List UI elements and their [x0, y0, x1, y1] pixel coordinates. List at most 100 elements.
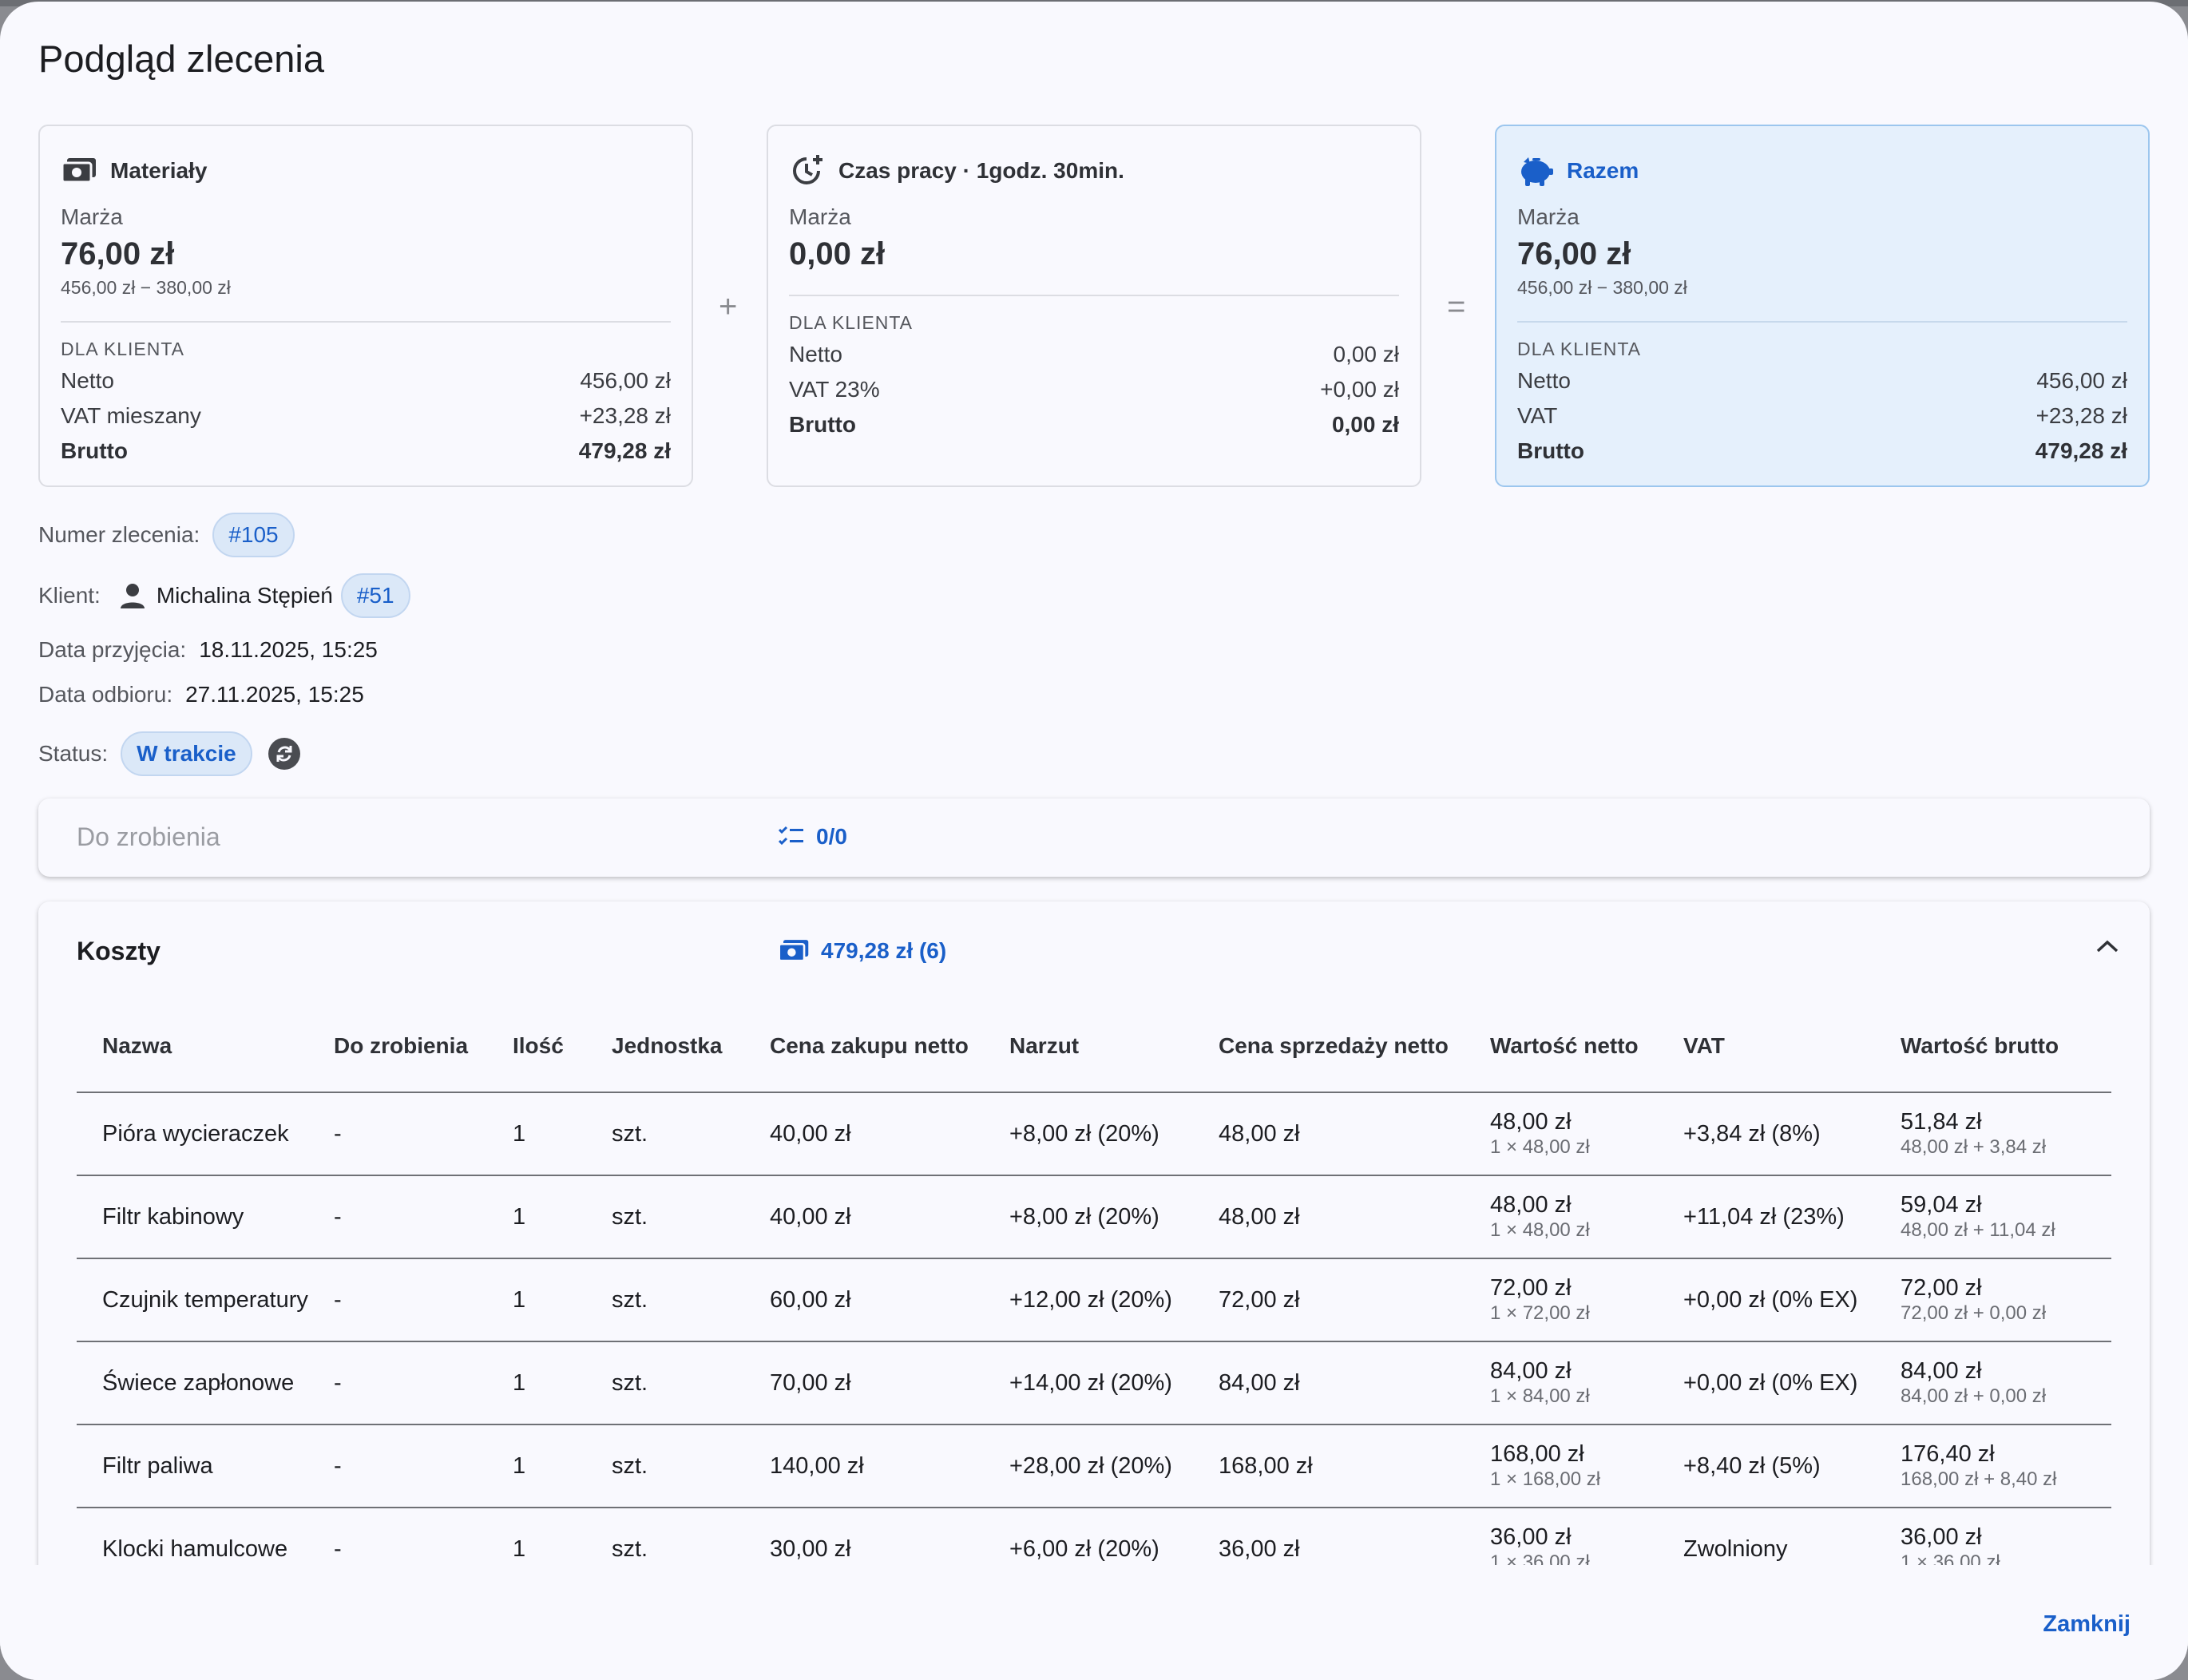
cell-gross-value-main: 176,40 zł [1901, 1441, 1995, 1467]
cell-gross-value: 176,40 zł 168,00 zł + 8,40 zł [1901, 1440, 2111, 1492]
cell-todo: - [334, 1286, 342, 1313]
cell-qty: 1 [513, 1286, 526, 1313]
dialog-title: Podgląd zlecenia [38, 38, 324, 80]
column-header[interactable]: Wartość brutto [1901, 1033, 2111, 1059]
cell-markup: +8,00 zł (20%) [1009, 1120, 1159, 1147]
column-header[interactable]: Nazwa [77, 1033, 334, 1059]
column-header[interactable]: Do zrobienia [334, 1033, 513, 1059]
cell-markup: +12,00 zł (20%) [1009, 1286, 1172, 1313]
margin-value: 76,00 zł [61, 236, 175, 271]
cell-buy-price: 30,00 zł [770, 1535, 851, 1562]
received-value: 18.11.2025, 15:25 [199, 637, 378, 662]
order-number-label: Numer zlecenia: [38, 522, 200, 547]
cell-net-value-detail: 1 × 72,00 zł [1490, 1302, 1590, 1324]
cell-net-value-detail: 1 × 168,00 zł [1490, 1468, 1601, 1490]
pickup-value: 27.11.2025, 15:25 [185, 682, 364, 707]
piggy-bank-icon [1517, 153, 1554, 189]
cell-buy-price: 70,00 zł [770, 1369, 851, 1396]
client-person[interactable]: Michalina Stępień [118, 581, 333, 610]
cell-name: Klocki hamulcowe [102, 1535, 288, 1562]
materials-card-label: Materiały [110, 158, 208, 183]
table-row[interactable]: Czujnik temperatury - 1 szt. 60,00 zł +12,00 … [77, 1259, 2111, 1342]
status-label: Status: [38, 741, 109, 766]
vat-row: VAT +23,28 zł [1517, 403, 2127, 428]
received-label: Data przyjęcia: [38, 637, 187, 662]
todo-panel[interactable]: Do zrobienia 0/0 [38, 798, 2150, 877]
costs-table: Nazwa Do zrobienia Ilość Jednostka Cena … [77, 1000, 2111, 1591]
plus-sign: + [719, 289, 738, 324]
column-header[interactable]: Ilość [513, 1033, 612, 1059]
cell-gross-value-main: 36,00 zł [1901, 1524, 1982, 1550]
brutto-row: Brutto 479,28 zł [1517, 438, 2127, 463]
cell-gross-value-main: 72,00 zł [1901, 1275, 1982, 1301]
cell-name: Czujnik temperatury [102, 1286, 308, 1313]
cell-unit: szt. [612, 1369, 648, 1396]
column-header[interactable]: Cena sprzedaży netto [1219, 1033, 1490, 1059]
cell-markup: +8,00 zł (20%) [1009, 1203, 1159, 1230]
cell-net-value: 84,00 zł 1 × 84,00 zł [1490, 1357, 1683, 1409]
client-section-label: DLA KLIENTA [789, 312, 914, 333]
table-row[interactable]: Pióra wycieraczek - 1 szt. 40,00 zł +8,00 zł … [77, 1093, 2111, 1176]
vat-row: VAT 23% +0,00 zł [789, 377, 1399, 402]
divider [1517, 321, 2127, 323]
cell-net-value-main: 84,00 zł [1490, 1358, 1572, 1384]
order-number-line: Numer zlecenia: #105 [38, 513, 295, 557]
cell-gross-value: 72,00 zł 72,00 zł + 0,00 zł [1901, 1274, 2111, 1325]
cell-sell-price: 48,00 zł [1219, 1203, 1300, 1230]
cell-qty: 1 [513, 1120, 526, 1147]
cell-buy-price: 140,00 zł [770, 1452, 864, 1479]
margin-formula: 456,00 zł − 380,00 zł [61, 277, 231, 298]
cell-unit: szt. [612, 1452, 648, 1479]
column-header[interactable]: VAT [1683, 1033, 1901, 1059]
column-header[interactable]: Cena zakupu netto [770, 1033, 1009, 1059]
cell-name: Filtr paliwa [102, 1452, 213, 1479]
cell-todo: - [334, 1452, 342, 1479]
table-body: Pióra wycieraczek - 1 szt. 40,00 zł +8,00 zł … [77, 1093, 2111, 1591]
margin-formula: 456,00 zł − 380,00 zł [1517, 277, 1687, 298]
person-icon [120, 584, 145, 608]
costs-panel-title: Koszty [77, 937, 161, 965]
column-header[interactable]: Narzut [1009, 1033, 1219, 1059]
cell-net-value-main: 48,00 zł [1490, 1109, 1572, 1135]
table-row[interactable]: Świece zapłonowe - 1 szt. 70,00 zł +14,00 zł … [77, 1342, 2111, 1425]
netto-row: Netto 456,00 zł [1517, 368, 2127, 393]
costs-summary: 479,28 zł (6) [778, 938, 946, 964]
cell-todo: - [334, 1120, 342, 1147]
client-id-chip[interactable]: #51 [340, 573, 410, 618]
cell-gross-value-detail: 72,00 zł + 0,00 zł [1901, 1302, 2047, 1324]
table-row[interactable]: Filtr kabinowy - 1 szt. 40,00 zł +8,00 zł (20… [77, 1176, 2111, 1259]
chevron-up-icon[interactable] [2095, 938, 2119, 958]
cell-name: Filtr kabinowy [102, 1203, 244, 1230]
brutto-row: Brutto 479,28 zł [61, 438, 671, 463]
materials-card: Materiały Marża 76,00 zł 456,00 zł − 380… [38, 125, 693, 487]
table-row[interactable]: Filtr paliwa - 1 szt. 140,00 zł +28,00 zł (20… [77, 1425, 2111, 1508]
cell-qty: 1 [513, 1452, 526, 1479]
order-preview-dialog: Podgląd zlecenia Materiały Marża 76,00 z… [0, 2, 2188, 1680]
todo-panel-title: Do zrobienia [77, 822, 220, 851]
close-button[interactable]: Zamknij [2043, 1611, 2131, 1638]
column-header[interactable]: Wartość netto [1490, 1033, 1683, 1059]
cell-net-value-detail: 1 × 84,00 zł [1490, 1385, 1590, 1407]
column-header[interactable]: Jednostka [612, 1033, 770, 1059]
cell-unit: szt. [612, 1203, 648, 1230]
status-chip[interactable]: W trakcie [121, 731, 252, 776]
cell-net-value: 48,00 zł 1 × 48,00 zł [1490, 1191, 1683, 1242]
margin-value: 76,00 zł [1517, 236, 1631, 271]
labor-card: Czas pracy · 1godz. 30min. Marża 0,00 zł… [767, 125, 1421, 487]
refresh-icon[interactable] [268, 738, 300, 770]
todo-progress: 0/0 [778, 824, 847, 850]
cell-vat: +0,00 zł (0% EX) [1683, 1286, 1858, 1313]
cell-net-value: 48,00 zł 1 × 48,00 zł [1490, 1108, 1683, 1159]
checklist-icon [778, 826, 803, 846]
divider [789, 295, 1399, 296]
cell-markup: +6,00 zł (20%) [1009, 1535, 1159, 1562]
cell-todo: - [334, 1369, 342, 1396]
margin-label: Marża [1517, 204, 1580, 229]
total-card: Razem Marża 76,00 zł 456,00 zł − 380,00 … [1495, 125, 2150, 487]
costs-panel: Koszty 479,28 zł (6) Nazwa Do zrobienia … [38, 901, 2150, 1680]
clock-plus-icon [789, 153, 826, 189]
order-number-chip[interactable]: #105 [212, 513, 295, 557]
client-line: Klient: Michalina Stępień #51 [38, 573, 410, 618]
equals-sign: = [1447, 289, 1466, 324]
cell-buy-price: 40,00 zł [770, 1120, 851, 1147]
